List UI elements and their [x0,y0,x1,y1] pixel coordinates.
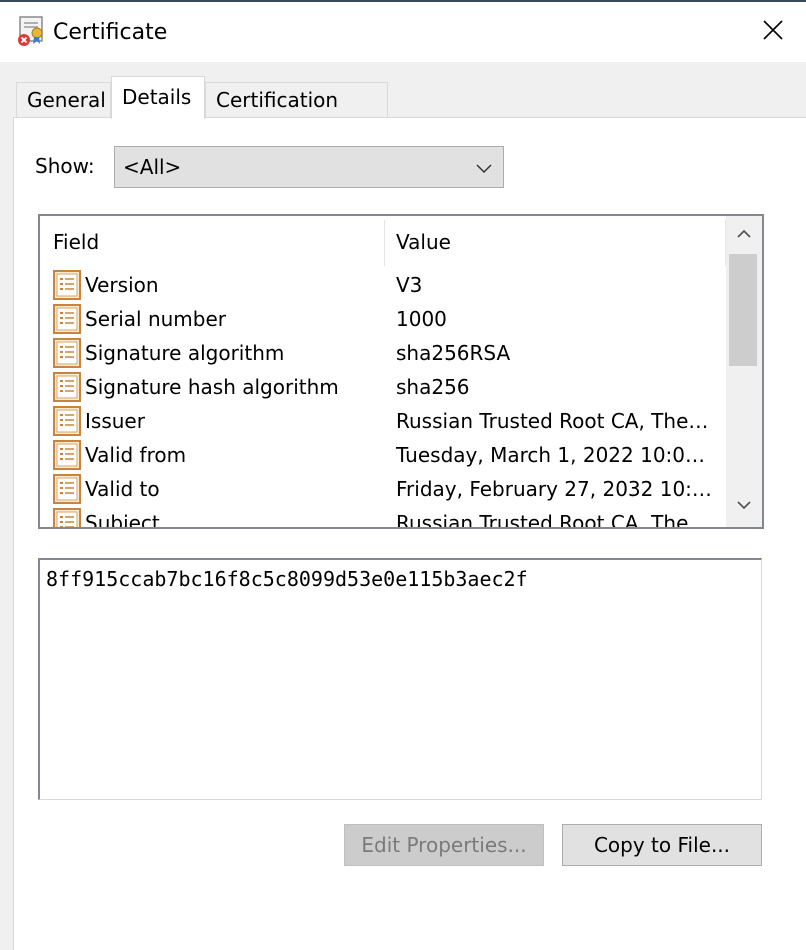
tab-general-label: General [27,88,106,112]
field-value-text: 8ff915ccab7bc16f8c5c8099d53e0e115b3aec2f [46,567,528,591]
copy-to-file-button[interactable]: Copy to File... [562,824,762,866]
table-row[interactable]: Signature hash algorithm sha256 [40,370,726,404]
title-bar[interactable]: Certificate [0,2,806,62]
field-list-icon [52,439,82,471]
table-row[interactable]: Version V3 [40,268,726,302]
field-name: Subject [85,511,160,529]
field-name: Valid from [85,443,187,467]
show-dropdown-value: <All> [123,155,182,179]
column-divider[interactable] [384,220,385,266]
list-rows: Version V3 Serial number 1000 Signature algo… [40,268,726,529]
field-name: Serial number [85,307,227,331]
table-row[interactable]: Signature algorithm sha256RSA [40,336,726,370]
list-vertical-scrollbar[interactable] [726,216,762,527]
field-name: Version [85,273,159,297]
scroll-thumb[interactable] [729,254,757,366]
show-label: Show: [35,154,95,178]
tab-details-label: Details [122,85,192,109]
field-name: Signature hash algorithm [85,375,339,399]
field-value: Friday, February 27, 2032 10:… [396,477,712,501]
table-row[interactable]: Issuer Russian Trusted Root CA, The… [40,404,726,438]
tab-details[interactable]: Details [111,76,205,119]
field-value: Tuesday, March 1, 2022 10:0… [396,443,706,467]
field-value-textbox[interactable]: 8ff915ccab7bc16f8c5c8099d53e0e115b3aec2f [38,558,762,800]
scroll-up-button[interactable] [726,218,762,254]
field-value: Russian Trusted Root CA, The… [396,409,709,433]
tab-certification-path[interactable]: Certification Path [205,82,388,146]
field-list-icon [52,269,82,301]
close-icon [762,19,784,45]
field-value: sha256RSA [396,341,511,365]
table-row[interactable]: Serial number 1000 [40,302,726,336]
field-name: Issuer [85,409,145,433]
field-name: Valid to [85,477,160,501]
chevron-up-icon [736,226,752,246]
field-list-icon [52,507,82,527]
certificate-dialog: Certificate General Details Certificatio… [0,0,806,950]
column-header-value[interactable]: Value [396,229,451,255]
field-value: 1000 [396,307,447,331]
list-header: Field Value [40,216,726,266]
table-row[interactable]: Subject Russian Trusted Root CA, The… [40,506,726,529]
chevron-down-icon [475,159,493,177]
show-dropdown[interactable]: <All> [114,146,504,188]
table-row[interactable]: Valid from Tuesday, March 1, 2022 10:0… [40,438,726,472]
field-value: V3 [396,273,423,297]
field-list-icon [52,337,82,369]
column-header-field[interactable]: Field [53,229,99,255]
table-row[interactable]: Valid to Friday, February 27, 2032 10:… [40,472,726,506]
certificate-error-icon [16,16,48,48]
field-list-icon [52,303,82,335]
edit-properties-button[interactable]: Edit Properties... [344,824,544,866]
field-list-icon [52,371,82,403]
field-value: Russian Trusted Root CA, The… [396,511,709,529]
fields-list-view[interactable]: Field Value Version V3 Serial number 1000 Si… [38,214,764,529]
field-list-icon [52,405,82,437]
field-list-icon [52,473,82,505]
close-button[interactable] [740,2,806,62]
chevron-down-icon [736,497,752,517]
field-name: Signature algorithm [85,341,285,365]
window-title: Certificate [53,20,168,45]
scroll-down-button[interactable] [726,489,762,525]
tab-general[interactable]: General [16,82,111,118]
field-value: sha256 [396,375,470,399]
